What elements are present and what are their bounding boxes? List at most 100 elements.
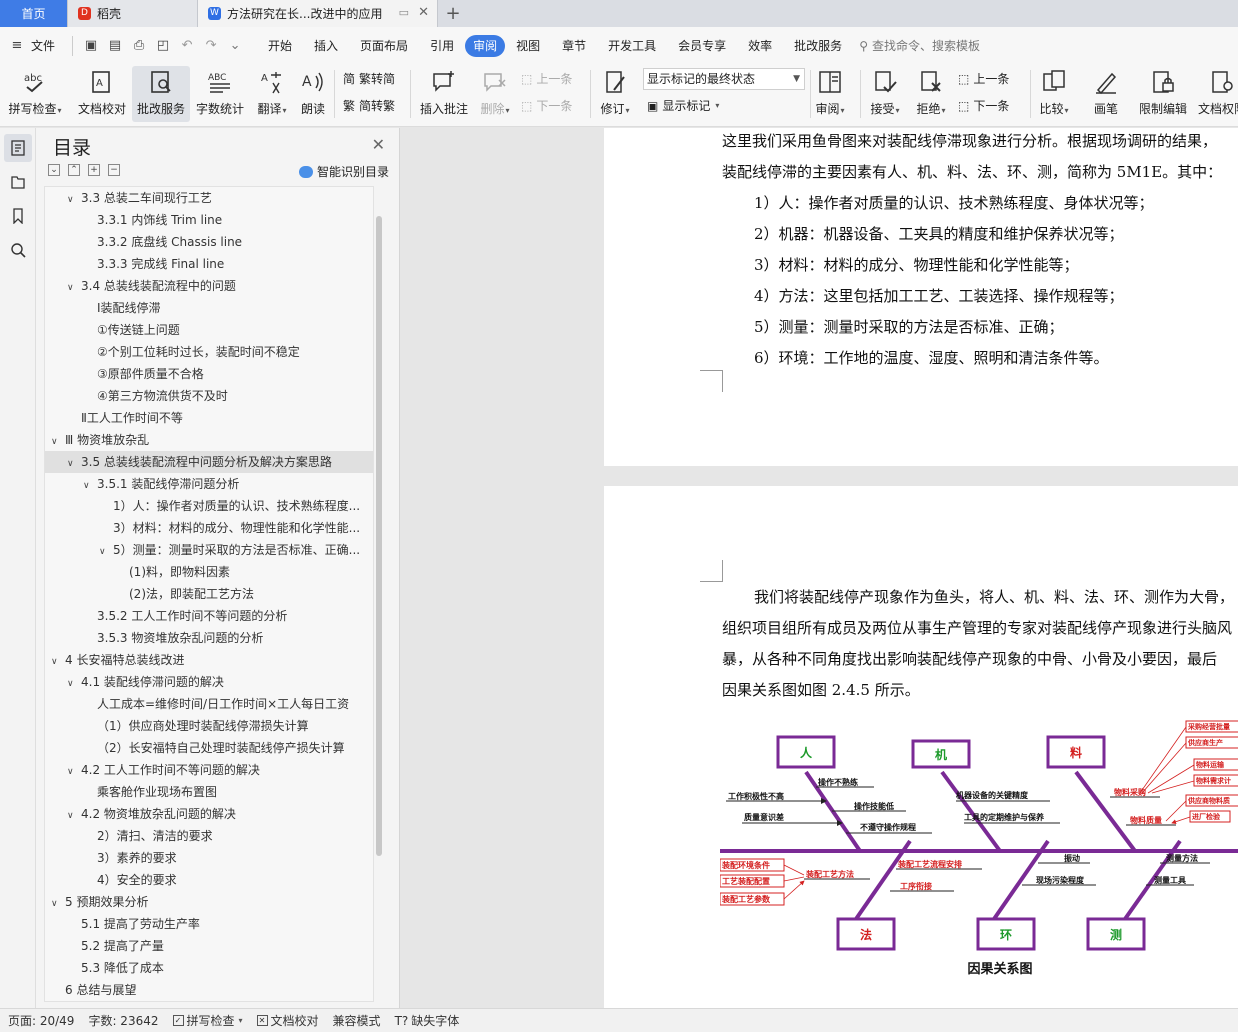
page-indicator[interactable]: 页面: 20/49 xyxy=(8,1012,74,1029)
new-tab-button[interactable]: + xyxy=(438,0,468,27)
menu-item[interactable]: 开发工具 xyxy=(597,35,667,57)
toc-item[interactable]: 5.2 提高了产量 xyxy=(45,935,373,957)
chapter-nav-icon[interactable] xyxy=(4,168,32,196)
toc-item[interactable]: Ⅰ装配线停滞 xyxy=(45,297,373,319)
compare-button[interactable]: 比较▾ xyxy=(1036,66,1072,122)
missing-font-status[interactable]: T? 缺失字体 xyxy=(395,1012,460,1029)
toc-item[interactable]: 3.5.3 物资堆放杂乱问题的分析 xyxy=(45,627,373,649)
export-icon[interactable]: ▤ xyxy=(106,37,124,55)
toc-item[interactable]: ②个别工位耗时过长，装配时间不稳定 xyxy=(45,341,373,363)
spell-check-button[interactable]: abc 拼写检查▾ xyxy=(6,66,64,122)
insert-comment-button[interactable]: 插入批注 xyxy=(418,66,470,122)
toc-item[interactable]: ∨ 4.1 装配线停滞问题的解决 xyxy=(45,671,373,693)
menu-item[interactable]: 开始 xyxy=(257,35,303,57)
chevron-down-icon[interactable]: ∨ xyxy=(67,673,81,693)
document-page[interactable]: 这里我们采用鱼骨图来对装配线停滞现象进行分析。根据现场调研的结果， 装配线停滞的… xyxy=(604,128,1238,466)
reject-button[interactable]: 拒绝▾ xyxy=(912,66,950,122)
menu-item[interactable]: 效率 xyxy=(737,35,783,57)
toc-item[interactable]: ④第三方物流供货不及时 xyxy=(45,385,373,407)
undo-icon[interactable]: ↶ xyxy=(178,37,196,55)
toc-item[interactable]: 3.5.2 工人工作时间不等问题的分析 xyxy=(45,605,373,627)
chevron-down-icon[interactable]: ∨ xyxy=(83,475,97,495)
toc-item[interactable]: ∨ 5）测量：测量时采取的方法是否标准、正确... xyxy=(45,539,373,561)
toc-scrollbar[interactable] xyxy=(375,186,383,1002)
toc-item[interactable]: (2)法，即装配工艺方法 xyxy=(45,583,373,605)
correction-service-button[interactable]: 批改服务 xyxy=(132,66,190,122)
chevron-down-icon[interactable]: ∨ xyxy=(99,541,113,561)
doc-proof-status[interactable]: ✕ 文档校对 xyxy=(256,1012,319,1029)
word-count-indicator[interactable]: 字数: 23642 xyxy=(88,1012,158,1029)
print-icon[interactable]: ⎙ xyxy=(130,37,148,55)
chevron-down-icon[interactable]: ∨ xyxy=(67,761,81,781)
doc-proof-button[interactable]: A 文档校对 xyxy=(74,66,130,122)
toc-item[interactable]: ∨ 5 预期效果分析 xyxy=(45,891,373,913)
toc-panel-icon[interactable] xyxy=(4,134,32,162)
document-page[interactable]: 我们将装配线停产现象作为鱼头，将人、机、料、法、环、测作为大骨， 组织项目组所有… xyxy=(604,486,1238,1008)
chevron-down-icon[interactable]: ∨ xyxy=(51,431,65,451)
toc-item[interactable]: 人工成本=维修时间/日工作时间×工人每日工资 xyxy=(45,693,373,715)
toc-item[interactable]: ∨ 4.2 工人工作时间不等问题的解决 xyxy=(45,759,373,781)
toc-item[interactable]: 3.3.3 完成线 Final line xyxy=(45,253,373,275)
menu-item[interactable]: 审阅 xyxy=(465,34,506,57)
word-count-button[interactable]: ABC 字数统计 xyxy=(192,66,248,122)
command-search[interactable]: ⚲ 查找命令、搜索模板 xyxy=(859,37,980,54)
next-comment-button[interactable]: ⬚ 下一条 xyxy=(521,97,572,114)
tab-home[interactable]: 首页 xyxy=(0,0,68,27)
chevron-down-icon[interactable]: ∨ xyxy=(51,651,65,671)
menu-file[interactable]: 文件 xyxy=(29,35,66,57)
show-markup-button[interactable]: ▣ 显示标记 ▾ xyxy=(647,97,719,114)
chevron-down-icon[interactable]: ∨ xyxy=(51,893,65,913)
toc-item[interactable]: (1)料，即物料因素 xyxy=(45,561,373,583)
doc-permission-button[interactable]: 文档权限 xyxy=(1196,66,1238,122)
read-aloud-button[interactable]: A 朗读 xyxy=(296,66,330,122)
toc-item[interactable]: ∨ 4 长安福特总装线改进 xyxy=(45,649,373,671)
trad-to-simp-button[interactable]: 简繁转简 xyxy=(343,70,395,87)
menu-item[interactable]: 引用 xyxy=(419,35,465,57)
toc-item[interactable]: 3）素养的要求 xyxy=(45,847,373,869)
pen-button[interactable]: 画笔 xyxy=(1088,66,1124,122)
menu-item[interactable]: 章节 xyxy=(551,35,597,57)
menu-item[interactable]: 批改服务 xyxy=(783,35,853,57)
close-icon[interactable]: ✕ xyxy=(372,135,385,154)
tab-daoke[interactable]: D 稻壳 xyxy=(68,0,198,27)
toc-item[interactable]: ∨ Ⅲ 物资堆放杂乱 xyxy=(45,429,373,451)
bookmark-icon[interactable] xyxy=(4,202,32,230)
print-preview-icon[interactable]: ◰ xyxy=(154,37,172,55)
toc-item[interactable]: ∨ 3.3 总装二车间现行工艺 xyxy=(45,187,373,209)
menu-item[interactable]: 视图 xyxy=(505,35,551,57)
compat-mode[interactable]: 兼容模式 xyxy=(333,1012,381,1029)
toc-item[interactable]: ③原部件质量不合格 xyxy=(45,363,373,385)
hamburger-icon[interactable]: ≡ xyxy=(8,37,26,55)
toc-item[interactable]: 1）人：操作者对质量的认识、技术熟练程度... xyxy=(45,495,373,517)
spell-check-toggle[interactable]: ✓ 拼写检查 ▾ xyxy=(172,1012,243,1029)
toc-item[interactable]: 5.1 提高了劳动生产率 xyxy=(45,913,373,935)
markup-state-select[interactable]: 显示标记的最终状态 ▼ xyxy=(643,68,805,90)
toc-item[interactable]: 2）清扫、清洁的要求 xyxy=(45,825,373,847)
toc-item[interactable]: ∨ 3.4 总装线装配流程中的问题 xyxy=(45,275,373,297)
simp-to-trad-button[interactable]: 繁简转繁 xyxy=(343,97,395,114)
smart-toc-button[interactable]: 智能识别目录 xyxy=(298,163,389,180)
find-icon[interactable] xyxy=(4,236,32,264)
restrict-edit-button[interactable]: 限制编辑 xyxy=(1136,66,1190,122)
toc-item[interactable]: 3）材料：材料的成分、物理性能和化学性能... xyxy=(45,517,373,539)
chevron-down-icon[interactable]: ∨ xyxy=(67,277,81,297)
toc-item[interactable]: 4）安全的要求 xyxy=(45,869,373,891)
toc-item[interactable]: （2）长安福特自己处理时装配线停产损失计算 xyxy=(45,737,373,759)
toc-item[interactable]: 3.3.2 底盘线 Chassis line xyxy=(45,231,373,253)
delete-comment-button[interactable]: 删除▾ xyxy=(476,66,514,122)
next-change-button[interactable]: ⬚ 下一条 xyxy=(958,97,1009,114)
redo-icon[interactable]: ↷ xyxy=(202,37,220,55)
toc-item[interactable]: ∨ 3.5 总装线装配流程中问题分析及解决方案思路 xyxy=(45,451,373,473)
menu-item[interactable]: 会员专享 xyxy=(667,35,737,57)
expand-all-icon[interactable]: ⌃ xyxy=(68,164,80,176)
toc-item[interactable]: 3.3.1 内饰线 Trim line xyxy=(45,209,373,231)
remove-level-icon[interactable]: − xyxy=(108,164,120,176)
toc-item[interactable]: 乘客舱作业现场布置图 xyxy=(45,781,373,803)
accept-button[interactable]: 接受▾ xyxy=(866,66,904,122)
prev-change-button[interactable]: ⬚ 上一条 xyxy=(958,70,1009,87)
chevron-down-icon[interactable]: ∨ xyxy=(67,805,81,825)
toc-item[interactable]: Ⅱ工人工作时间不等 xyxy=(45,407,373,429)
track-changes-button[interactable]: 修订▾ xyxy=(596,66,634,122)
menu-item[interactable]: 插入 xyxy=(303,35,349,57)
add-level-icon[interactable]: + xyxy=(88,164,100,176)
